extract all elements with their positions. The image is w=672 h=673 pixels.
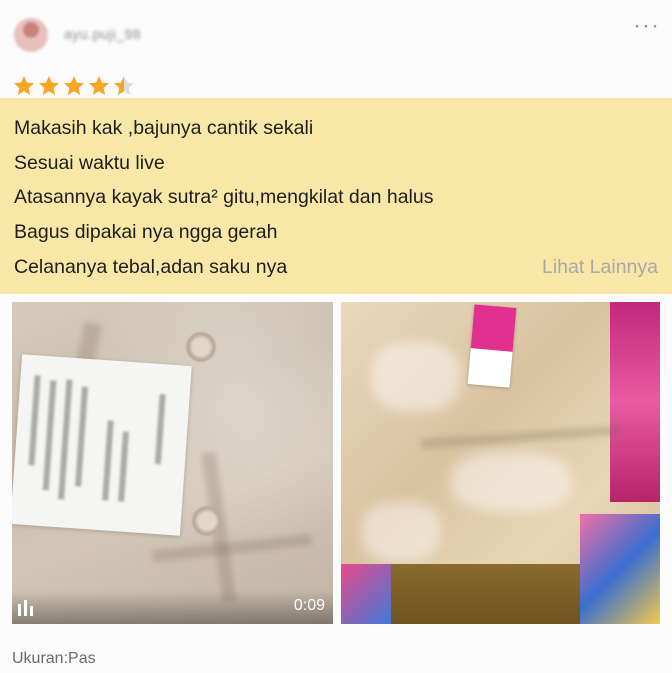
star-full-icon <box>64 76 84 95</box>
review-text-block: Makasih kak ,bajunya cantik sekali Sesua… <box>0 98 672 294</box>
video-controls-bar: 0:09 <box>12 590 333 624</box>
rating-stars <box>12 74 136 100</box>
pants-fabric <box>381 564 611 624</box>
review-header: ayu.puji_98 ··· <box>0 0 672 70</box>
shirt-button <box>192 506 222 536</box>
review-line: Sesuai waktu live <box>14 152 165 174</box>
star-full-icon <box>39 76 59 95</box>
video-duration: 0:09 <box>293 597 325 614</box>
background-fabric <box>610 302 660 502</box>
variant-label: Ukuran:Pas <box>12 650 96 667</box>
review-line: Bagus dipakai nya ngga gerah <box>14 221 278 243</box>
review-line: Atasannya kayak sutra² gitu,mengkilat da… <box>14 186 434 208</box>
blanket <box>580 514 660 624</box>
review-line: Makasih kak ,bajunya cantik sekali <box>14 117 314 139</box>
review-photo-thumbnail[interactable] <box>341 302 660 624</box>
price-tag <box>467 304 517 388</box>
review-video-thumbnail[interactable]: 0:09 <box>12 302 333 624</box>
more-options-icon[interactable]: ··· <box>633 14 660 38</box>
username[interactable]: ayu.puji_98 <box>64 26 141 42</box>
avatar[interactable] <box>14 18 48 52</box>
star-full-icon <box>89 76 109 95</box>
clothing-label-tag <box>12 354 192 536</box>
review-line: Celananya tebal,adan saku nya <box>14 256 288 278</box>
shirt-button <box>186 332 216 362</box>
star-half-icon <box>114 76 134 95</box>
blanket <box>341 564 391 624</box>
star-full-icon <box>14 76 34 95</box>
video-icon <box>18 600 33 616</box>
see-more-link[interactable]: Lihat Lainnya <box>542 254 658 280</box>
